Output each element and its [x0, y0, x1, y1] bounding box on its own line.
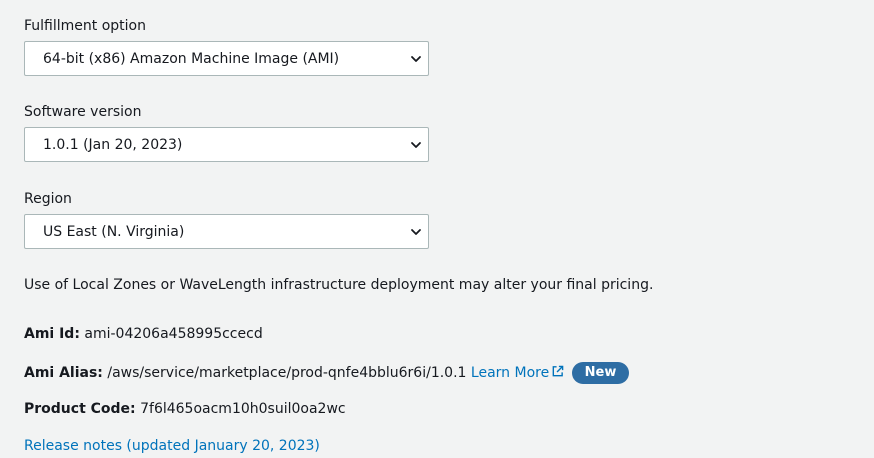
release-notes-link[interactable]: Release notes (updated January 20, 2023): [24, 438, 320, 454]
product-code-value: 7f6l465oacm10h0suil0oa2wc: [140, 401, 346, 417]
learn-more-link[interactable]: Learn More: [471, 365, 564, 381]
chevron-down-icon: [411, 142, 421, 148]
fulfillment-option-value: 64-bit (x86) Amazon Machine Image (AMI): [43, 50, 340, 67]
chevron-down-icon: [411, 56, 421, 62]
software-version-select[interactable]: 1.0.1 (Jan 20, 2023): [24, 127, 429, 162]
pricing-note: Use of Local Zones or WaveLength infrast…: [24, 277, 654, 293]
ami-id-value: ami-04206a458995ccecd: [84, 326, 263, 342]
product-code-row: Product Code: 7f6l465oacm10h0suil0oa2wc: [24, 401, 346, 417]
software-version-value: 1.0.1 (Jan 20, 2023): [43, 136, 183, 153]
chevron-down-icon: [411, 229, 421, 235]
region-label: Region: [24, 191, 72, 207]
release-notes-row: Release notes (updated January 20, 2023): [24, 438, 320, 454]
region-select[interactable]: US East (N. Virginia): [24, 214, 429, 249]
region-value: US East (N. Virginia): [43, 223, 185, 240]
external-link-icon: [552, 365, 564, 377]
ami-alias-value: /aws/service/marketplace/prod-qnfe4bblu6…: [107, 365, 467, 381]
software-version-label: Software version: [24, 104, 142, 120]
product-code-label: Product Code:: [24, 401, 136, 417]
new-badge: New: [571, 362, 630, 384]
ami-id-row: Ami Id: ami-04206a458995ccecd: [24, 326, 263, 342]
ami-alias-row: Ami Alias: /aws/service/marketplace/prod…: [24, 362, 630, 384]
learn-more-label: Learn More: [470, 365, 550, 381]
ami-alias-label: Ami Alias:: [24, 365, 103, 381]
fulfillment-option-select[interactable]: 64-bit (x86) Amazon Machine Image (AMI): [24, 41, 429, 76]
ami-id-label: Ami Id:: [24, 326, 80, 342]
fulfillment-option-label: Fulfillment option: [24, 18, 146, 34]
